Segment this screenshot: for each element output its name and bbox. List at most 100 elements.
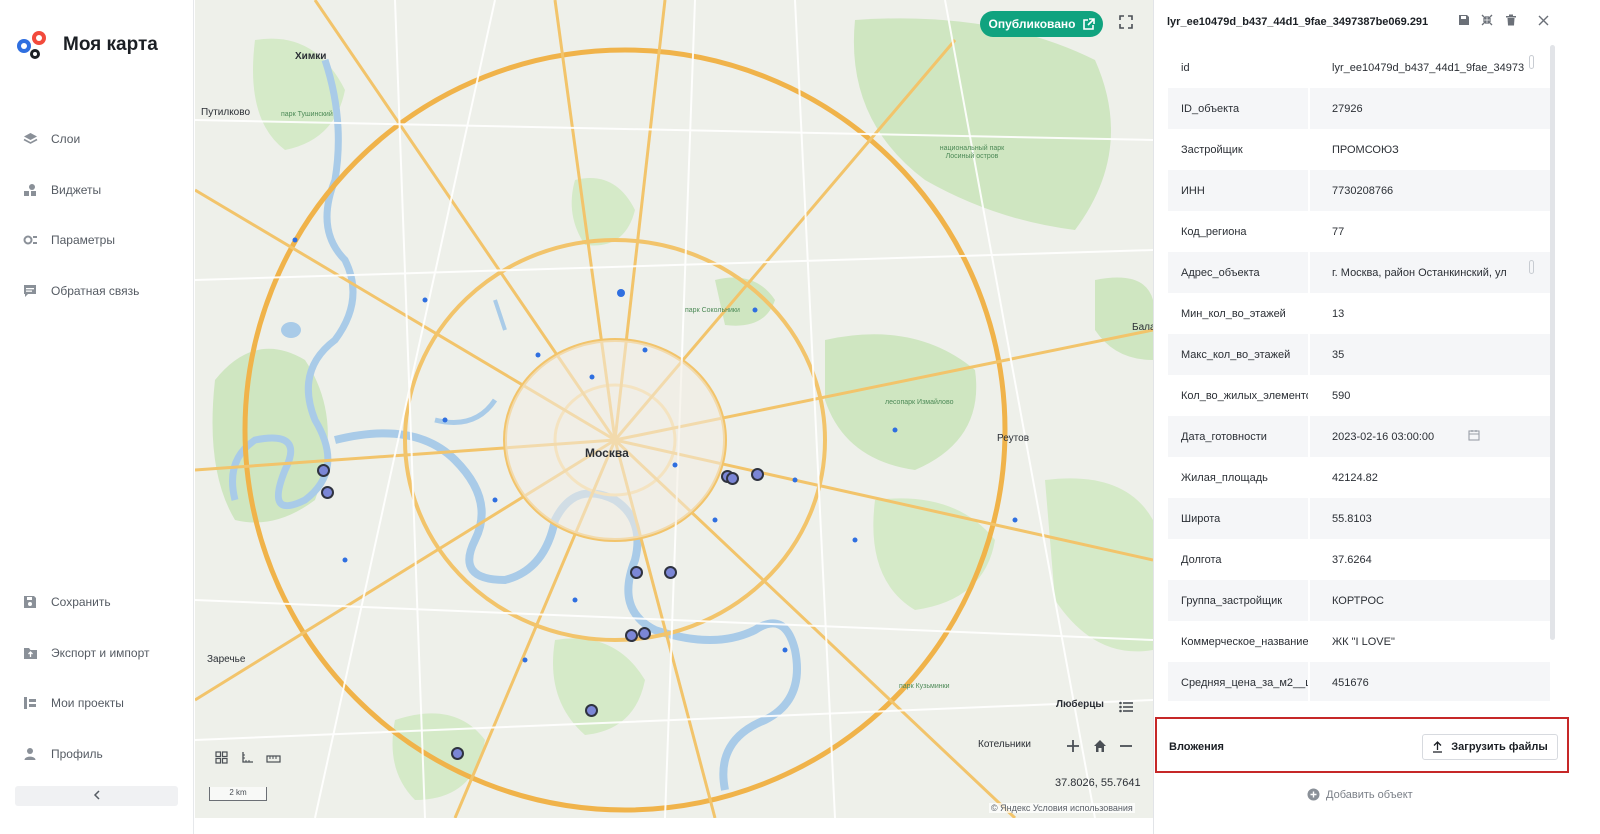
map-marker[interactable] [321, 486, 334, 499]
attribute-value: 42124.82 [1332, 471, 1378, 484]
zoom-out-button[interactable] [1114, 736, 1138, 760]
attribute-key: Застройщик [1181, 143, 1243, 156]
nav-item-save[interactable]: Сохранить [22, 590, 111, 614]
map-marker[interactable] [317, 464, 330, 477]
attribute-value-field[interactable]: 13 [1310, 293, 1550, 334]
delete-feature-button[interactable] [1503, 14, 1519, 30]
map-label-park-kuzminki: парк Кузьминки [899, 683, 950, 690]
map-marker[interactable] [751, 468, 764, 481]
table-row: Средняя_цена_за_м2__ц 451676 [1168, 662, 1550, 701]
nav-item-label: Обратная связь [51, 284, 140, 298]
nav-item-label: Экспорт и импорт [51, 646, 150, 660]
map-scale-bar: 2 km [209, 787, 267, 801]
nav-item-profile[interactable]: Профиль [22, 742, 103, 766]
nav-item-label: Сохранить [51, 595, 111, 609]
attribute-value-field[interactable]: 42124.82 [1310, 457, 1550, 498]
map-label-khimki: Химки [295, 51, 327, 62]
attribute-key: Коммерческое_название [1181, 635, 1308, 648]
attribute-value-field[interactable]: 37.6264 [1310, 539, 1550, 580]
attribute-value: 77 [1332, 225, 1345, 238]
nav-item-layers[interactable]: Слои [22, 127, 80, 151]
nav-item-label: Виджеты [51, 183, 102, 197]
table-row: id lyr_ee10479d_b437_44d1_9fae_34973 [1168, 47, 1550, 88]
save-feature-button[interactable] [1456, 14, 1472, 30]
map-marker[interactable] [630, 566, 643, 579]
attribute-value-field[interactable]: 451676 [1310, 662, 1550, 701]
table-row: Жилая_площадь 42124.82 [1168, 457, 1550, 498]
zoom-in-button[interactable] [1061, 736, 1085, 760]
attribute-value-field[interactable]: 7730208766 [1310, 170, 1550, 211]
panel-scrollbar[interactable] [1550, 45, 1555, 640]
nav-item-label: Профиль [51, 747, 103, 761]
external-link-icon [1082, 17, 1095, 31]
attribute-value-field[interactable]: г. Москва, район Останкинский, ул [1310, 252, 1550, 293]
settings-icon [22, 232, 38, 248]
sidebar: Моя карта Слои Виджеты Параметры Обратна… [0, 0, 194, 834]
nav-item-feedback[interactable]: Обратная связь [22, 279, 139, 303]
attribute-value-field[interactable]: КОРТРОС [1310, 580, 1550, 621]
attribute-value-field[interactable]: 77 [1310, 211, 1550, 252]
feedback-icon [22, 283, 38, 299]
map-base-layer [195, 0, 1153, 818]
upload-files-button[interactable]: Загрузить файлы [1422, 734, 1558, 760]
layers-icon [22, 131, 38, 147]
attribute-key: Кол_во_жилых_элементов [1181, 389, 1308, 402]
table-row: Долгота 37.6264 [1168, 539, 1550, 580]
table-row: Группа_застройщик КОРТРОС [1168, 580, 1550, 621]
attribute-value-field[interactable]: 35 [1310, 334, 1550, 375]
calendar-icon[interactable] [1468, 429, 1480, 444]
map-marker[interactable] [625, 629, 638, 642]
attribute-value: 37.6264 [1332, 553, 1372, 566]
map-marker[interactable] [664, 566, 677, 579]
measure-distance-button[interactable] [261, 748, 285, 772]
attribute-key: id [1181, 61, 1190, 74]
zoom-to-feature-button[interactable] [1479, 14, 1495, 30]
table-row: Коммерческое_название ЖК "I LOVE" [1168, 621, 1550, 662]
attribute-value-field[interactable]: lyr_ee10479d_b437_44d1_9fae_34973 [1310, 47, 1550, 88]
nav-item-export-import[interactable]: Экспорт и импорт [22, 641, 150, 665]
map-label-reutov: Реутов [997, 433, 1030, 444]
feature-title: lyr_ee10479d_b437_44d1_9fae_3497387be069… [1167, 16, 1429, 28]
map-attribution[interactable]: © Яндекс Условия использования [989, 803, 1135, 813]
attribute-value: 35 [1332, 348, 1345, 361]
map-marker[interactable] [726, 472, 739, 485]
field-scrollbar[interactable] [1529, 260, 1534, 274]
published-button[interactable]: Опубликовано [980, 11, 1103, 37]
grid-icon [214, 751, 228, 769]
map-label-park-losiny: национальный парк Лосиный остров [939, 145, 1005, 160]
nav-item-projects[interactable]: Мои проекты [22, 691, 124, 715]
fullscreen-icon [1119, 14, 1133, 34]
trash-icon [1505, 13, 1517, 31]
attribute-key: Код_региона [1181, 225, 1247, 238]
map-canvas[interactable]: Химки Путилково Москва Реутов Люберцы Ко… [195, 0, 1153, 818]
attribute-key: Группа_застройщик [1168, 580, 1308, 621]
table-row: ИНН 7730208766 [1168, 170, 1550, 211]
home-button[interactable] [1088, 736, 1112, 760]
map-marker[interactable] [638, 627, 651, 640]
attribute-value: КОРТРОС [1332, 594, 1384, 607]
attribute-value-field[interactable]: ЖК "I LOVE" [1310, 621, 1550, 662]
grid-tool-button[interactable] [209, 748, 233, 772]
field-scrollbar[interactable] [1529, 55, 1534, 69]
attribute-value-field[interactable]: 590 [1310, 375, 1550, 416]
attribute-value: 55.8103 [1332, 512, 1372, 525]
fullscreen-button[interactable] [1114, 12, 1138, 36]
add-object-button[interactable]: Добавить объект [1307, 788, 1413, 801]
close-panel-button[interactable] [1535, 14, 1551, 30]
measure-area-button[interactable] [235, 748, 259, 772]
map-marker[interactable] [585, 704, 598, 717]
collapse-sidebar-button[interactable] [15, 786, 178, 806]
attribute-value-field[interactable]: 55.8103 [1310, 498, 1550, 539]
attribute-value-field[interactable]: ПРОМСОЮЗ [1310, 129, 1550, 170]
map-marker[interactable] [451, 747, 464, 760]
nav-item-widgets[interactable]: Виджеты [22, 178, 101, 202]
list-icon [1119, 700, 1133, 718]
table-row: Кол_во_жилых_элементов 590 [1168, 375, 1550, 416]
projects-icon [22, 695, 38, 711]
nav-item-settings[interactable]: Параметры [22, 228, 115, 252]
attribute-value-field[interactable]: 2023-02-16 03:00:00 [1310, 416, 1550, 457]
map-label-lyubertsy: Люберцы [1056, 699, 1104, 710]
attribute-value-field[interactable]: 27926 [1310, 88, 1550, 129]
legend-button[interactable] [1114, 697, 1138, 721]
attribute-key: Средняя_цена_за_м2__ц [1168, 662, 1308, 701]
